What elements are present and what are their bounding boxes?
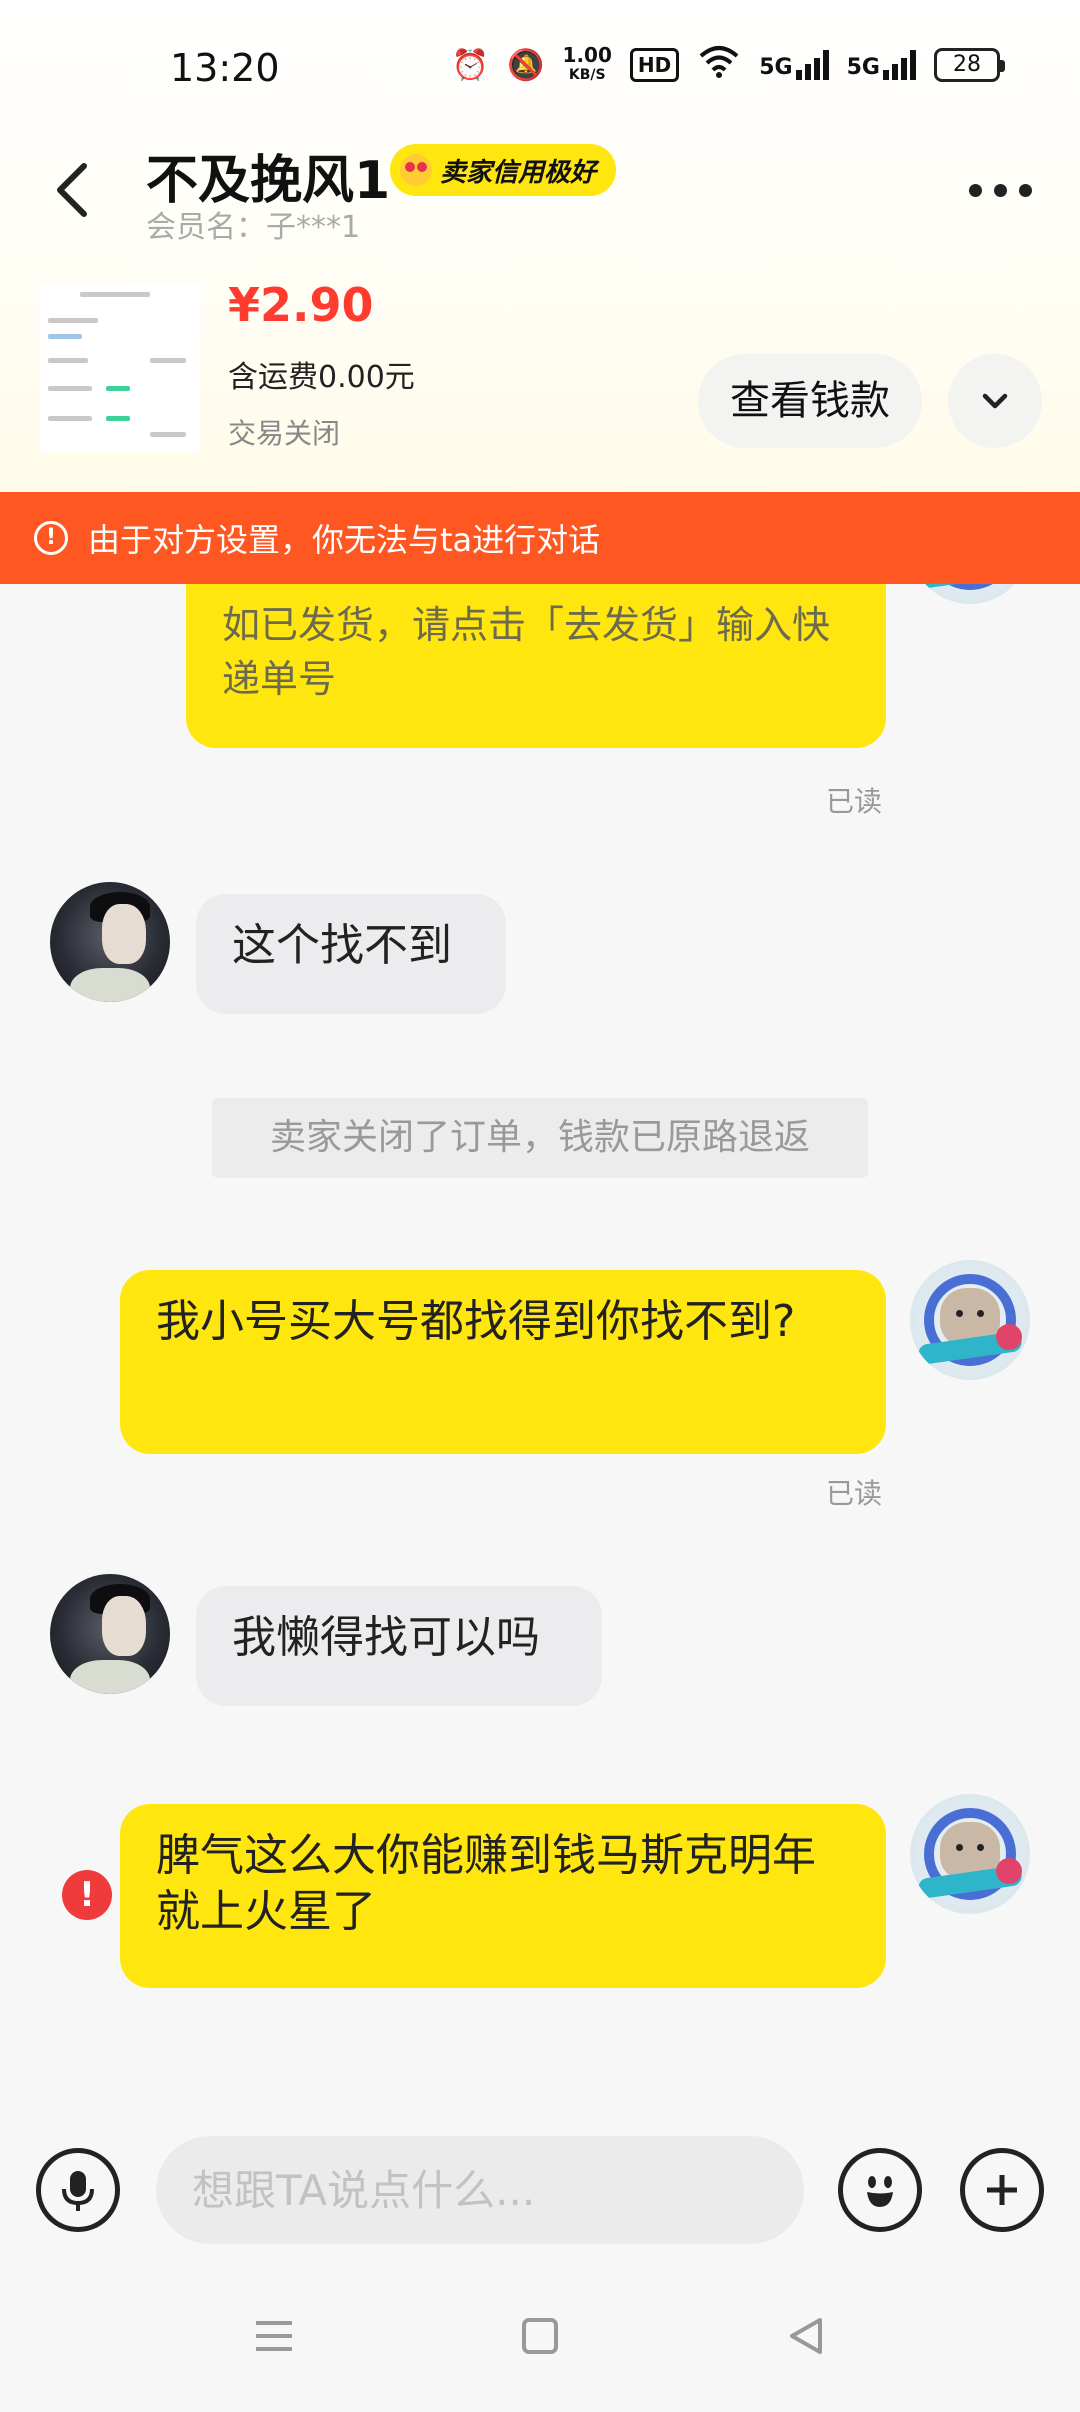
chevron-down-icon[interactable] (948, 354, 1042, 448)
back-nav-icon[interactable] (776, 2306, 836, 2366)
blocked-banner: ! 由于对方设置，你无法与ta进行对话 (0, 492, 1080, 584)
status-bar: 13:20 ⏰ 🔕 1.00 KB/S HD 5G 5G 28 (0, 0, 1080, 130)
battery-icon: 28 (934, 48, 1005, 82)
hd-voice-icon: HD (629, 48, 680, 82)
back-arrow-icon[interactable] (40, 150, 110, 230)
message-bubble-out: 如已发货，请点击「去发货」输入快递单号 (186, 584, 886, 748)
emoji-icon[interactable] (838, 2148, 922, 2232)
read-receipt: 已读 (826, 1477, 883, 1510)
product-thumbnail[interactable] (40, 282, 200, 452)
more-icon[interactable] (960, 170, 1040, 210)
status-icons: ⏰ 🔕 1.00 KB/S HD 5G 5G 28 (451, 43, 1005, 86)
order-price: ¥2.90 (228, 278, 374, 332)
alarm-icon: ⏰ (451, 47, 490, 83)
error-icon[interactable]: ! (62, 1870, 112, 1920)
member-name: 会员名：子***1 (146, 210, 361, 245)
peer-avatar[interactable] (50, 882, 170, 1002)
heart-eyes-icon (400, 154, 432, 186)
mute-bell-icon: 🔕 (507, 47, 545, 83)
order-status: 交易关闭 (228, 417, 341, 450)
credit-badge: 卖家信用极好 (390, 144, 617, 196)
order-shipping: 含运费0.00元 (228, 360, 415, 395)
my-avatar[interactable] (910, 1794, 1030, 1914)
home-icon[interactable] (510, 2306, 570, 2366)
message-bubble-out: 脾气这么大你能赚到钱马斯克明年就上火星了 (120, 1804, 886, 1988)
message-bubble-in: 我懒得找可以吗 (196, 1586, 602, 1706)
signal-icon-2: 5G (847, 50, 916, 80)
wifi-icon (697, 44, 741, 86)
status-time: 13:20 (170, 46, 280, 90)
banner-text: 由于对方设置，你无法与ta进行对话 (88, 521, 601, 559)
read-receipt: 已读 (826, 785, 883, 818)
view-money-button[interactable]: 查看钱款 (698, 354, 922, 448)
chat-area[interactable]: 如已发货，请点击「去发货」输入快递单号 已读 这个找不到 卖家关闭了订单，钱款已… (0, 584, 1080, 2114)
my-avatar[interactable] (910, 584, 1030, 604)
message-bubble-in: 这个找不到 (196, 894, 506, 1014)
my-avatar[interactable] (910, 1260, 1030, 1380)
mic-icon[interactable] (36, 2148, 120, 2232)
menu-icon[interactable] (244, 2306, 304, 2366)
plus-icon[interactable] (960, 2148, 1044, 2232)
order-card[interactable]: ¥2.90 含运费0.00元 交易关闭 查看钱款 (0, 270, 1080, 490)
system-message: 卖家关闭了订单，钱款已原路退返 (212, 1098, 868, 1178)
peer-avatar[interactable] (50, 1574, 170, 1694)
chat-header: 不及挽风1 卖家信用极好 会员名：子***1 (0, 130, 1080, 250)
message-bubble-out: 我小号买大号都找得到你找不到? (120, 1270, 886, 1454)
net-speed: 1.00 KB/S (562, 43, 612, 83)
warning-icon: ! (34, 521, 68, 555)
message-input[interactable] (156, 2136, 804, 2244)
input-bar (0, 2114, 1080, 2264)
system-nav-bar (0, 2264, 1080, 2412)
signal-icon-1: 5G (759, 50, 829, 80)
